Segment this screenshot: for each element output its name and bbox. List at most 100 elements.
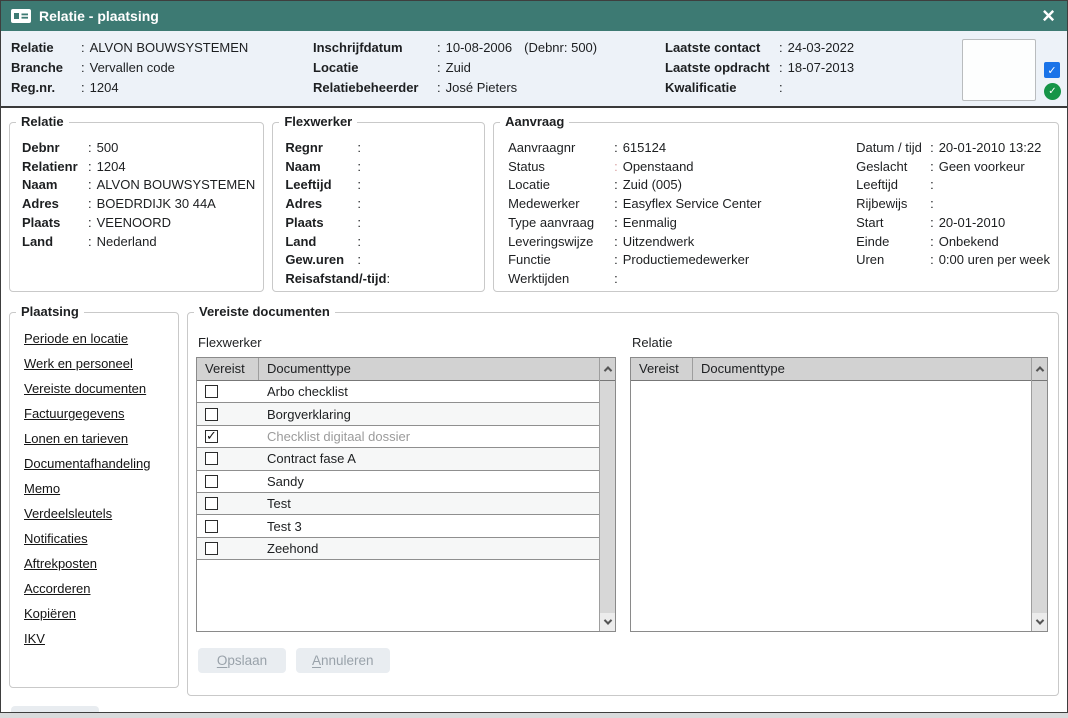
documenttype-cell: Arbo checklist <box>259 384 599 399</box>
field-row: Datum / tijd : 20-01-2010 13:22 <box>856 139 1050 158</box>
nav-link[interactable]: Factuurgegevens <box>24 408 170 421</box>
scrollbar-track[interactable] <box>1032 381 1047 613</box>
aanvraag-panel: Aanvraag Aanvraagnr : 615124 Statu <box>493 122 1059 292</box>
main-content: Relatie Debnr : 500 Relatienr : 1204 <box>1 108 1067 713</box>
scrollbar-track[interactable] <box>600 381 615 613</box>
field-value: Zuid <box>446 58 471 78</box>
field-label: Gew.uren <box>285 251 357 270</box>
nav-link[interactable]: Periode en locatie <box>24 333 170 346</box>
scroll-down-icon[interactable] <box>600 613 615 631</box>
field-colon: : <box>614 195 618 214</box>
panel-legend: Flexwerker <box>279 114 357 129</box>
close-icon[interactable]: × <box>1042 5 1055 27</box>
field-label: Inschrijfdatum <box>313 38 437 58</box>
field-row: Plaats : <box>285 214 476 233</box>
nav-link[interactable]: Kopiëren <box>24 608 170 621</box>
field-colon: : <box>357 158 361 177</box>
scrollbar[interactable] <box>599 358 615 631</box>
documenttype-cell: Checklist digitaal dossier <box>259 429 599 444</box>
vereist-checkbox[interactable] <box>205 452 218 465</box>
field-colon: : <box>614 270 618 289</box>
nav-link[interactable]: Accorderen <box>24 583 170 596</box>
vereist-checkbox[interactable] <box>205 408 218 421</box>
vereist-checkbox[interactable] <box>205 542 218 555</box>
scrollbar[interactable] <box>1031 358 1047 631</box>
field-value: Easyflex Service Center <box>623 195 762 214</box>
relatie-panel: Relatie Debnr : 500 Relatienr : 1204 <box>9 122 264 292</box>
blue-checkbox-checked[interactable]: ✓ <box>1044 62 1060 78</box>
field-label: Type aanvraag <box>508 214 614 233</box>
nav-link[interactable]: Notificaties <box>24 533 170 546</box>
field-row: Land : Nederland <box>22 233 255 252</box>
field-label: Leveringswijze <box>508 233 614 252</box>
documenttype-cell: Test <box>259 496 599 511</box>
field-colon: : <box>386 270 390 289</box>
field-row: Rijbewijs : <box>856 195 1050 214</box>
field-extra: (Debnr: 500) <box>524 38 597 58</box>
header-field-row: Relatie : ALVON BOUWSYSTEMEN <box>11 38 313 58</box>
nav-link[interactable]: Memo <box>24 483 170 496</box>
field-colon: : <box>614 214 618 233</box>
field-value: Eenmalig <box>623 214 677 233</box>
cancel-button[interactable]: Annuleren <box>296 648 390 673</box>
vereist-checkbox[interactable] <box>205 475 218 488</box>
scroll-down-icon[interactable] <box>1032 613 1047 631</box>
field-colon: : <box>357 214 361 233</box>
header-column-1: Relatie : ALVON BOUWSYSTEMEN Branche : V… <box>11 38 313 101</box>
field-label: Debnr <box>22 139 88 158</box>
vereist-checkbox[interactable] <box>205 430 218 443</box>
scroll-up-icon[interactable] <box>1032 358 1047 381</box>
field-row: Leveringswijze : Uitzendwerk <box>508 233 856 252</box>
header-column-3: Laatste contact : 24-03-2022 Laatste opd… <box>665 38 956 101</box>
field-colon: : <box>930 233 934 252</box>
vereist-checkbox[interactable] <box>205 385 218 398</box>
field-row: Start : 20-01-2010 <box>856 214 1050 233</box>
field-colon: : <box>88 233 92 252</box>
vereist-checkbox[interactable] <box>205 497 218 510</box>
relatie-fields: Debnr : 500 Relatienr : 1204 Naam <box>22 139 255 251</box>
field-row: Reisafstand/-tijd : <box>285 270 476 289</box>
column-header-documenttype: Documenttype <box>693 358 1031 380</box>
plaatsing-nav-panel: Plaatsing Periode en locatie Werk en per… <box>9 312 179 688</box>
table-header: Vereist Documenttype <box>197 358 599 381</box>
nav-link[interactable]: Lonen en tarieven <box>24 433 170 446</box>
table-title: Relatie <box>632 335 1048 350</box>
field-colon: : <box>88 139 92 158</box>
nav-link[interactable]: Vereiste documenten <box>24 383 170 396</box>
field-label: Relatiebeheerder <box>313 78 437 98</box>
header-column-2: Inschrijfdatum : 10-08-2006 (Debnr: 500)… <box>313 38 665 101</box>
table-body: Arbo checklist Borgverklaring <box>197 381 599 631</box>
documenttype-cell: Contract fase A <box>259 451 599 466</box>
field-value: 615124 <box>623 139 666 158</box>
header-status-checks: ✓ ✓ <box>1044 38 1061 101</box>
field-label: Functie <box>508 251 614 270</box>
nav-link[interactable]: IKV <box>24 633 170 646</box>
field-colon: : <box>930 195 934 214</box>
green-status-check-icon: ✓ <box>1044 83 1061 100</box>
header-field-row: Reg.nr. : 1204 <box>11 78 313 98</box>
ok-button[interactable]: Ok <box>11 706 99 713</box>
documenttype-cell: Test 3 <box>259 519 599 534</box>
save-button[interactable]: Opslaan <box>198 648 286 673</box>
field-value: 10-08-2006 <box>446 38 513 58</box>
vereist-checkbox[interactable] <box>205 520 218 533</box>
nav-link[interactable]: Werk en personeel <box>24 358 170 371</box>
field-row: Naam : ALVON BOUWSYSTEMEN <box>22 176 255 195</box>
field-colon: : <box>81 78 85 98</box>
nav-link[interactable]: Documentafhandeling <box>24 458 170 471</box>
field-value: Geen voorkeur <box>939 158 1025 177</box>
nav-link[interactable]: Verdeelsleutels <box>24 508 170 521</box>
field-value: ALVON BOUWSYSTEMEN <box>97 176 256 195</box>
field-row: Medewerker : Easyflex Service Center <box>508 195 856 214</box>
field-label: Locatie <box>313 58 437 78</box>
field-label: Naam <box>285 158 357 177</box>
field-value: Nederland <box>97 233 157 252</box>
field-colon: : <box>88 195 92 214</box>
flexwerker-doc-group: Flexwerker Vereist Documenttype <box>196 327 616 673</box>
scroll-up-icon[interactable] <box>600 358 615 381</box>
field-row: Uren : 0:00 uren per week <box>856 251 1050 270</box>
field-label: Einde <box>856 233 930 252</box>
table-row: Borgverklaring <box>197 403 599 425</box>
nav-link[interactable]: Aftrekposten <box>24 558 170 571</box>
field-row: Type aanvraag : Eenmalig <box>508 214 856 233</box>
